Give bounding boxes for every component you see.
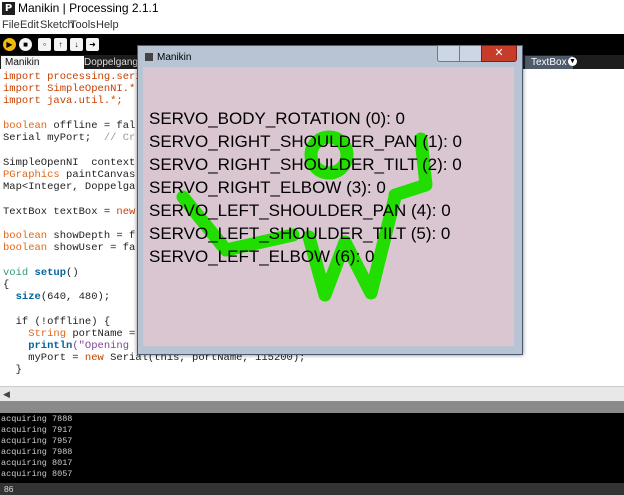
code-line: SimpleOpenNI context bbox=[3, 157, 136, 169]
processing-icon: P bbox=[2, 2, 15, 15]
code-line: } bbox=[3, 364, 22, 376]
code-line: void setup() bbox=[3, 267, 79, 279]
servo-readout: SERVO_RIGHT_ELBOW (3): 0 bbox=[149, 178, 386, 197]
menu-tools[interactable]: Tools bbox=[70, 19, 96, 31]
tab-textbox[interactable]: TextBox bbox=[525, 56, 573, 69]
console-line: acquiring 7917 bbox=[1, 425, 73, 435]
stop-button[interactable]: ■ bbox=[19, 38, 32, 51]
new-button[interactable]: ▫ bbox=[38, 38, 51, 51]
code-line: Map<Integer, Doppelga bbox=[3, 181, 136, 193]
code-line: import processing.seri bbox=[3, 71, 142, 83]
menu-file[interactable]: File bbox=[2, 19, 20, 31]
code-line: println("Opening bbox=[3, 340, 130, 352]
servo-readout: SERVO_LEFT_SHOULDER_PAN (4): 0 bbox=[149, 201, 451, 220]
line-number: 86 bbox=[4, 484, 14, 494]
console-line: acquiring 7888 bbox=[1, 414, 73, 424]
menu-edit[interactable]: Edit bbox=[20, 19, 39, 31]
tab-unnamed[interactable] bbox=[40, 56, 84, 69]
window-app-icon bbox=[145, 53, 153, 61]
code-line: TextBox textBox = new bbox=[3, 206, 136, 218]
maximize-button[interactable] bbox=[459, 45, 483, 62]
minimize-button[interactable] bbox=[437, 45, 461, 62]
console-line: acquiring 8017 bbox=[1, 458, 73, 468]
code-line: boolean offline = fal bbox=[3, 120, 136, 132]
console-line: acquiring 7957 bbox=[1, 436, 73, 446]
open-button[interactable]: ↑ bbox=[54, 38, 67, 51]
export-button[interactable]: ➜ bbox=[86, 38, 99, 51]
code-line: String portName = bbox=[3, 328, 136, 340]
servo-readout: SERVO_RIGHT_SHOULDER_PAN (1): 0 bbox=[149, 132, 463, 151]
window-title: Manikin | Processing 2.1.1 bbox=[18, 1, 159, 15]
servo-readout: SERVO_LEFT_ELBOW (6): 0 bbox=[149, 247, 375, 266]
tab-manikin[interactable]: Manikin bbox=[1, 56, 41, 69]
console-line: acquiring 8057 bbox=[1, 469, 73, 479]
run-button[interactable]: ▶ bbox=[3, 38, 16, 51]
code-line: { bbox=[3, 279, 10, 291]
console: acquiring 7888 acquiring 7917 acquiring … bbox=[0, 413, 624, 483]
menu-help[interactable]: Help bbox=[96, 19, 119, 31]
menu-sketch[interactable]: Sketch bbox=[40, 19, 74, 31]
code-line: import SimpleOpenNI.* bbox=[3, 83, 136, 95]
code-line: Serial myPort; // Cr bbox=[3, 132, 136, 144]
horizontal-scrollbar[interactable] bbox=[0, 386, 624, 402]
status-bar bbox=[0, 483, 624, 495]
manikin-canvas: SERVO_BODY_ROTATION (0): 0 SERVO_RIGHT_S… bbox=[143, 67, 514, 346]
tab-menu-arrow-icon[interactable]: ▼ bbox=[568, 57, 577, 66]
scroll-left-icon[interactable]: ◀ bbox=[3, 389, 10, 400]
console-divider[interactable] bbox=[0, 401, 624, 413]
code-line: PGraphics paintCanvas bbox=[3, 169, 136, 181]
close-button[interactable]: ✕ bbox=[481, 45, 517, 62]
code-line: boolean showUser = fa bbox=[3, 242, 136, 254]
save-button[interactable]: ↓ bbox=[70, 38, 83, 51]
servo-readout: SERVO_LEFT_SHOULDER_TILT (5): 0 bbox=[149, 224, 451, 243]
code-line: boolean showDepth = f bbox=[3, 230, 136, 242]
servo-readout: SERVO_BODY_ROTATION (0): 0 bbox=[149, 109, 406, 128]
console-line: acquiring 7988 bbox=[1, 447, 73, 457]
menu-bar: File Edit Sketch Tools Help bbox=[0, 17, 624, 34]
code-line: size(640, 480); bbox=[3, 291, 111, 303]
code-line: if (!offline) { bbox=[3, 316, 111, 328]
code-line: import java.util.*; bbox=[3, 95, 123, 107]
manikin-window-title: Manikin bbox=[157, 52, 192, 63]
servo-readout: SERVO_RIGHT_SHOULDER_TILT (2): 0 bbox=[149, 155, 462, 174]
